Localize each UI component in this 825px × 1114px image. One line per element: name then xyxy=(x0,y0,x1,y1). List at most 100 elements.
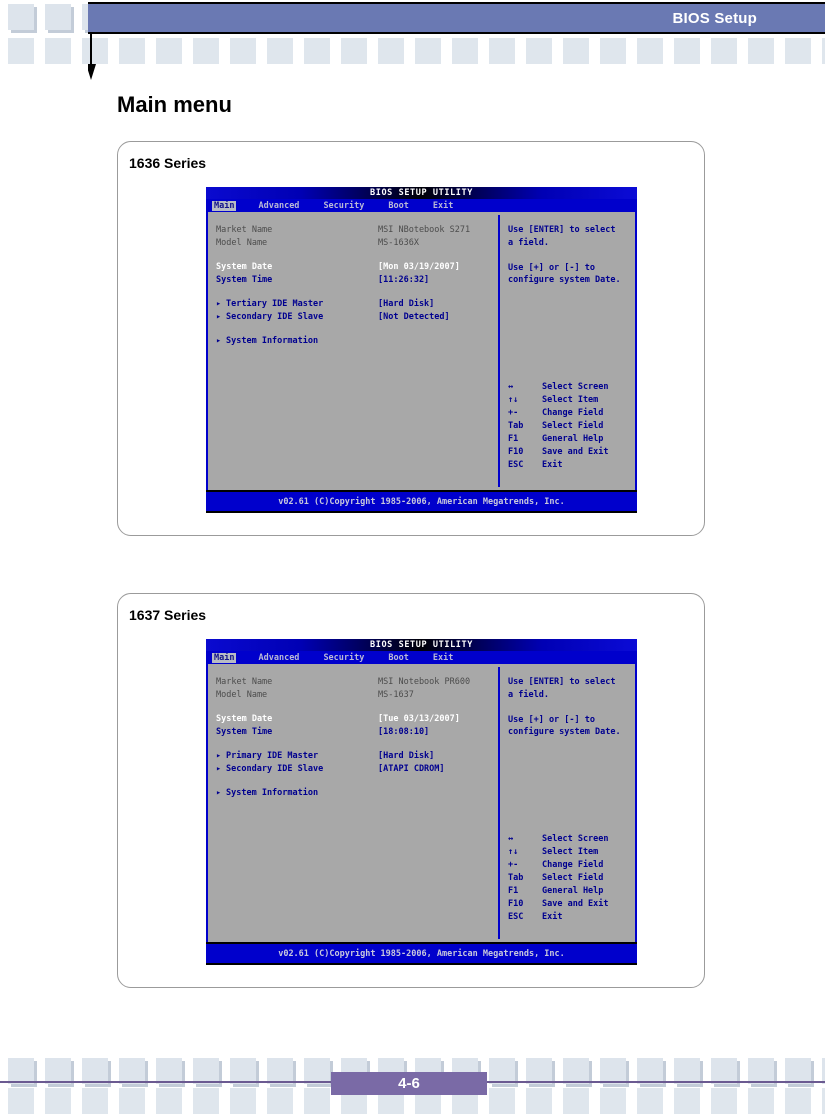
bios-card-1637: 1637 Series BIOS SETUP UTILITY Main Advanc… xyxy=(117,593,705,988)
bios-field-row[interactable]: Market Name MSI NBotebook S271 xyxy=(216,224,498,237)
decorative-key xyxy=(415,38,441,64)
bios-field-row[interactable]: Model Name MS-1637 xyxy=(216,689,498,702)
decorative-key xyxy=(267,38,293,64)
bios-field-row[interactable]: System Date [Mon 03/19/2007] xyxy=(216,261,498,274)
triangle-right-icon: ▸ xyxy=(216,311,222,322)
bios-field-value[interactable]: [Tue 03/13/2007] xyxy=(378,713,460,726)
bios-help-line: a field. xyxy=(508,689,549,700)
bios-tab-boot[interactable]: Boot xyxy=(386,653,410,663)
bios-key-action: Save and Exit xyxy=(542,447,609,457)
bios-field-row[interactable]: ▸ System Information xyxy=(216,787,498,800)
bios-key-action: Select Item xyxy=(542,847,599,857)
bios-tab-security[interactable]: Security xyxy=(321,653,366,663)
decorative-key-row-upper-bottom xyxy=(0,38,825,64)
bios-utility-title: BIOS SETUP UTILITY xyxy=(370,188,473,198)
bios-field-value[interactable]: [Not Detected] xyxy=(378,311,450,324)
bios-field-row[interactable]: System Time [11:26:32] xyxy=(216,274,498,287)
decorative-key xyxy=(674,38,700,64)
bios-utility-title: BIOS SETUP UTILITY xyxy=(370,640,473,650)
bios-key-name: ESC xyxy=(508,460,524,470)
card-label: 1636 Series xyxy=(129,155,207,171)
bios-key-action: Change Field xyxy=(542,860,604,870)
triangle-right-icon: ▸ xyxy=(216,299,222,309)
bios-tab-main[interactable]: Main xyxy=(212,652,237,663)
bios-key-name: F1 xyxy=(508,434,519,444)
bios-field-value[interactable]: [18:08:10] xyxy=(378,726,429,739)
page-number-bar: 4-6 xyxy=(331,1072,487,1095)
bios-field-value[interactable]: MSI NBotebook S271 xyxy=(378,224,470,237)
decorative-key xyxy=(45,1088,71,1114)
bios-key-legend-row: Tab Select Field xyxy=(508,872,609,885)
bios-field-row[interactable]: System Time [18:08:10] xyxy=(216,726,498,739)
bios-field-value[interactable]: [Mon 03/19/2007] xyxy=(378,261,460,274)
card-label: 1637 Series xyxy=(129,607,207,623)
bios-tab-advanced[interactable]: Advanced xyxy=(256,201,301,211)
bios-tab-exit[interactable]: Exit xyxy=(431,653,455,663)
bios-key-action: Save and Exit xyxy=(542,899,609,909)
bios-help-panel: Use [ENTER] to select a field. Use [+] or… xyxy=(500,664,635,942)
bios-key-action: Exit xyxy=(542,460,563,470)
decorative-key xyxy=(341,38,367,64)
bios-field-label-text: Model Name xyxy=(216,237,268,248)
bios-field-row[interactable]: ▸ Secondary IDE Slave [Not Detected] xyxy=(216,311,498,324)
bios-field-label: ▸ System Information xyxy=(216,335,378,348)
bios-tab-security[interactable]: Security xyxy=(321,201,366,211)
bios-field-label: ▸ Secondary IDE Slave xyxy=(216,311,378,324)
bios-help-panel: Use [ENTER] to select a field. Use [+] or… xyxy=(500,212,635,490)
bios-field-label: System Time xyxy=(216,274,378,287)
bios-field-value[interactable]: MSI Notebook PR600 xyxy=(378,676,470,689)
bios-help-line: a field. xyxy=(508,237,549,248)
bios-tab-exit[interactable]: Exit xyxy=(431,201,455,211)
decorative-key xyxy=(748,1088,774,1114)
bios-field-row[interactable]: ▸ Primary IDE Master [Hard Disk] xyxy=(216,750,498,763)
triangle-right-icon: ▸ xyxy=(216,336,222,346)
decorative-key xyxy=(526,1088,552,1114)
triangle-right-icon: ▸ xyxy=(216,751,222,761)
decorative-key xyxy=(674,1088,700,1114)
bios-field-value[interactable]: MS-1636X xyxy=(378,237,419,250)
decorative-key xyxy=(526,38,552,64)
bios-tab-boot[interactable]: Boot xyxy=(386,201,410,211)
decorative-key xyxy=(711,1088,737,1114)
bios-field-value[interactable]: [Hard Disk] xyxy=(378,750,434,763)
bios-tab-advanced[interactable]: Advanced xyxy=(256,653,301,663)
bios-key-name: +- xyxy=(508,408,519,418)
bios-field-value[interactable]: [Hard Disk] xyxy=(378,298,434,311)
bios-screenshot-1637: BIOS SETUP UTILITY Main Advanced Security Bo… xyxy=(206,639,637,965)
bios-field-label: ▸ Secondary IDE Slave xyxy=(216,763,378,776)
triangle-right-icon: ▸ xyxy=(216,788,222,798)
bios-field-value[interactable]: MS-1637 xyxy=(378,689,414,702)
bios-key-legend-row: ESC Exit xyxy=(508,911,609,924)
bios-key-legend-row: F10 Save and Exit xyxy=(508,898,609,911)
decorative-key xyxy=(489,1088,515,1114)
bios-tab-main[interactable]: Main xyxy=(212,200,237,211)
bios-key-action: Exit xyxy=(542,912,563,922)
bios-field-value[interactable]: [ATAPI CDROM] xyxy=(378,763,445,776)
bios-field-row[interactable]: Market Name MSI Notebook PR600 xyxy=(216,676,498,689)
page-header-bar: BIOS Setup xyxy=(88,2,825,34)
decorative-key xyxy=(45,4,71,30)
bios-help-line xyxy=(508,701,629,714)
page-title: Main menu xyxy=(117,92,232,117)
bios-field-label-text: System Information xyxy=(226,788,319,798)
bios-field-row[interactable]: ▸ Tertiary IDE Master [Hard Disk] xyxy=(216,298,498,311)
decorative-key xyxy=(378,38,404,64)
bios-field-label: System Time xyxy=(216,726,378,739)
bios-field-row[interactable]: Model Name MS-1636X xyxy=(216,237,498,250)
bios-field-label: ▸ System Information xyxy=(216,787,378,800)
decorative-key xyxy=(119,1088,145,1114)
decorative-key xyxy=(563,1088,589,1114)
bios-field-value[interactable]: [11:26:32] xyxy=(378,274,429,287)
bios-key-legend-row: ↔ Select Screen xyxy=(508,381,609,394)
bios-key-action: Select Screen xyxy=(542,834,609,844)
decorative-key xyxy=(119,38,145,64)
bios-key-name: ↔ xyxy=(508,382,514,392)
bios-key-legend-row: ↔ Select Screen xyxy=(508,833,609,846)
bios-field-row[interactable]: ▸ System Information xyxy=(216,335,498,348)
bios-field-row[interactable]: System Date [Tue 03/13/2007] xyxy=(216,713,498,726)
bios-field-row[interactable]: ▸ Secondary IDE Slave [ATAPI CDROM] xyxy=(216,763,498,776)
bios-key-legend-row: +- Change Field xyxy=(508,407,609,420)
bios-key-legend-row: F1 General Help xyxy=(508,433,609,446)
